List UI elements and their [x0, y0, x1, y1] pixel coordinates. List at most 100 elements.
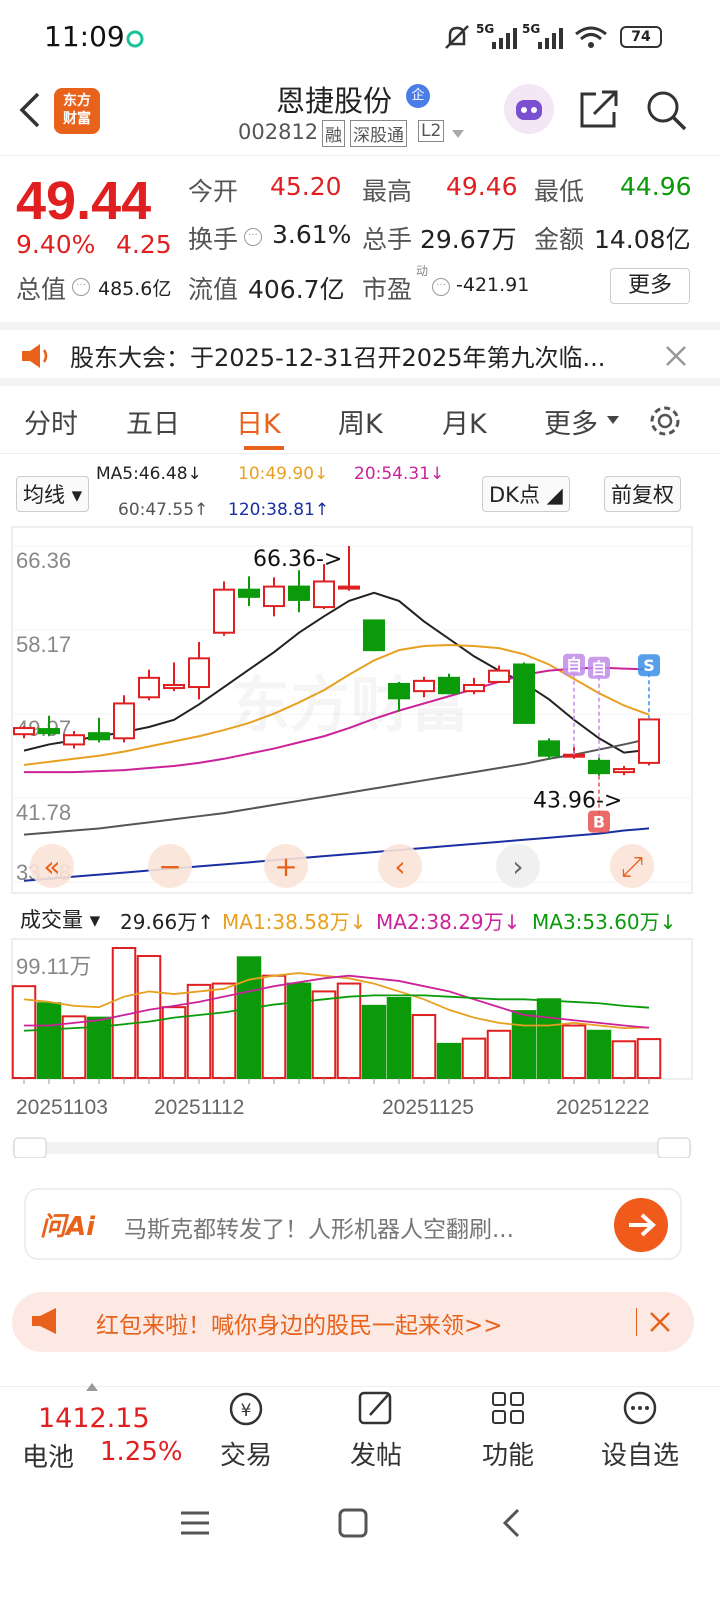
- prev-icon-glyph: ‹: [394, 850, 405, 883]
- volume-bar: [561, 1024, 587, 1079]
- volume-bar: [411, 1014, 437, 1079]
- candle-body: [138, 676, 160, 699]
- pe-value: -421.91: [456, 274, 530, 296]
- candle-body: [188, 657, 210, 689]
- back-icon[interactable]: [14, 90, 44, 130]
- trade-icon: ¥: [229, 1392, 263, 1426]
- self-marker: 自: [591, 659, 607, 678]
- mktcap-value: 485.6亿: [98, 278, 172, 300]
- megaphone-icon: [32, 1308, 56, 1334]
- app-logo[interactable]: 东方 财富: [54, 88, 100, 134]
- x-tick-label: 20251125: [382, 1096, 474, 1119]
- trade-button[interactable]: ¥ 交易: [196, 1387, 296, 1472]
- candle-body: [38, 728, 60, 735]
- volume-bar: [36, 1002, 62, 1079]
- tab-intraday[interactable]: 分时: [24, 402, 78, 441]
- signal-icon: [538, 28, 563, 49]
- ai-prompt-text: 马斯克都转发了！人形机器人空翻刷...: [124, 1217, 514, 1243]
- index-name[interactable]: 电池: [22, 1437, 74, 1474]
- double-left-icon-glyph: «: [43, 850, 60, 883]
- volume-bar: [61, 1015, 87, 1079]
- volume-label: 总手: [362, 225, 413, 254]
- change-percent: 9.40%: [16, 230, 96, 259]
- volume-select[interactable]: 成交量 ▾: [14, 902, 107, 936]
- info-icon[interactable]: ···: [244, 228, 262, 246]
- ai-send-button[interactable]: [614, 1198, 668, 1252]
- vma2-value: MA2:38.29万↓: [376, 910, 521, 934]
- dropdown-icon[interactable]: [450, 128, 466, 140]
- zoom-in-icon-glyph: +: [274, 850, 297, 883]
- signal-icon: [492, 28, 517, 49]
- tab-five-day[interactable]: 五日: [126, 402, 180, 441]
- x-tick-label: 20251222: [556, 1096, 649, 1119]
- candle-body: [513, 663, 535, 724]
- vma3-value: MA3:53.60万↓: [532, 910, 677, 934]
- wifi-icon: [575, 26, 607, 48]
- candle-body: [413, 679, 435, 693]
- close-icon[interactable]: [664, 344, 688, 368]
- back-nav-icon[interactable]: [498, 1506, 526, 1540]
- close-icon[interactable]: [648, 1310, 672, 1334]
- gear-icon[interactable]: [646, 402, 684, 440]
- tab-monthly-k[interactable]: 月K: [442, 402, 487, 441]
- high-value: 49.46: [446, 172, 518, 201]
- candle-body: [613, 768, 635, 774]
- adjust-button[interactable]: 前复权: [604, 476, 681, 512]
- index-value[interactable]: 1412.15: [38, 1403, 150, 1434]
- volume-bar: [261, 974, 287, 1079]
- mktcap-label: 总值: [16, 275, 67, 304]
- status-time: 11:09: [44, 20, 125, 53]
- index-pct[interactable]: 1.25%: [100, 1437, 183, 1467]
- tab-daily-k[interactable]: 日K: [236, 402, 281, 441]
- sync-icon: [126, 30, 144, 48]
- low-value: 44.96: [620, 172, 692, 201]
- post-button[interactable]: 发帖: [326, 1387, 426, 1472]
- x-tick-label: 20251112: [154, 1096, 244, 1119]
- announcement-bar[interactable]: 股东大会：于2025-12-31召开2025年第九次临...: [0, 322, 720, 386]
- margin-badge: 融: [322, 120, 345, 147]
- info-icon[interactable]: ···: [72, 278, 90, 296]
- zoom-out-icon-glyph: −: [158, 850, 181, 883]
- grid-icon: [492, 1392, 524, 1424]
- volume-chart[interactable]: 99.11万 20251103 20251112 20251125 20251222: [0, 938, 720, 1158]
- candle-body: [488, 669, 510, 683]
- menu-icon[interactable]: [178, 1508, 212, 1538]
- tab-more[interactable]: 更多: [544, 402, 598, 441]
- candle-body: [588, 759, 610, 775]
- assistant-avatar-icon[interactable]: [504, 84, 554, 134]
- stock-name: 恩捷股份: [276, 84, 393, 118]
- share-icon[interactable]: [578, 88, 620, 130]
- ma-select[interactable]: 均线 ▾: [16, 476, 90, 512]
- announcement-text: 股东大会：于2025-12-31召开2025年第九次临...: [70, 344, 606, 372]
- add-watchlist-button[interactable]: 设自选: [590, 1387, 690, 1472]
- more-button[interactable]: 更多: [610, 268, 690, 304]
- candle-body: [288, 585, 310, 601]
- y-tick-label: 66.36: [16, 548, 71, 573]
- candle-body: [438, 676, 460, 695]
- search-icon[interactable]: [644, 88, 688, 132]
- info-icon[interactable]: ···: [432, 278, 450, 296]
- volume-bar: [461, 1037, 487, 1079]
- dk-button[interactable]: DK点 ◢: [482, 476, 570, 512]
- volume-bar: [186, 983, 212, 1079]
- red-packet-banner[interactable]: 红包来啦！喊你身边的股民一起来领>>: [12, 1292, 694, 1352]
- tab-weekly-k[interactable]: 周K: [338, 402, 383, 441]
- float-value: 406.7亿: [248, 275, 345, 304]
- candle-body: [213, 588, 235, 634]
- home-icon[interactable]: [336, 1506, 370, 1540]
- connect-badge: 深股通: [350, 120, 407, 147]
- kline-chart[interactable]: 66.3658.1749.9741.7833.58东方财富66.36->43.9…: [0, 526, 720, 896]
- ai-prompt-bar[interactable]: 问Ai 马斯克都转发了！人形机器人空翻刷...: [24, 1188, 682, 1260]
- volume-bar: [361, 1004, 387, 1079]
- function-button[interactable]: 功能: [458, 1387, 558, 1472]
- volume-bar: [286, 982, 312, 1079]
- fullscreen-icon-glyph: ⤢: [621, 850, 643, 883]
- candle-body: [388, 682, 410, 700]
- ai-brand: 问Ai: [40, 1212, 96, 1242]
- buy-marker: B: [593, 813, 605, 832]
- ma60-value: 60:47.55↑: [118, 500, 209, 520]
- volume-bar: [436, 1042, 462, 1079]
- volume-max-label: 99.11万: [16, 954, 91, 979]
- amount-label: 金额: [534, 225, 585, 254]
- arrow-right-icon: [629, 1213, 656, 1237]
